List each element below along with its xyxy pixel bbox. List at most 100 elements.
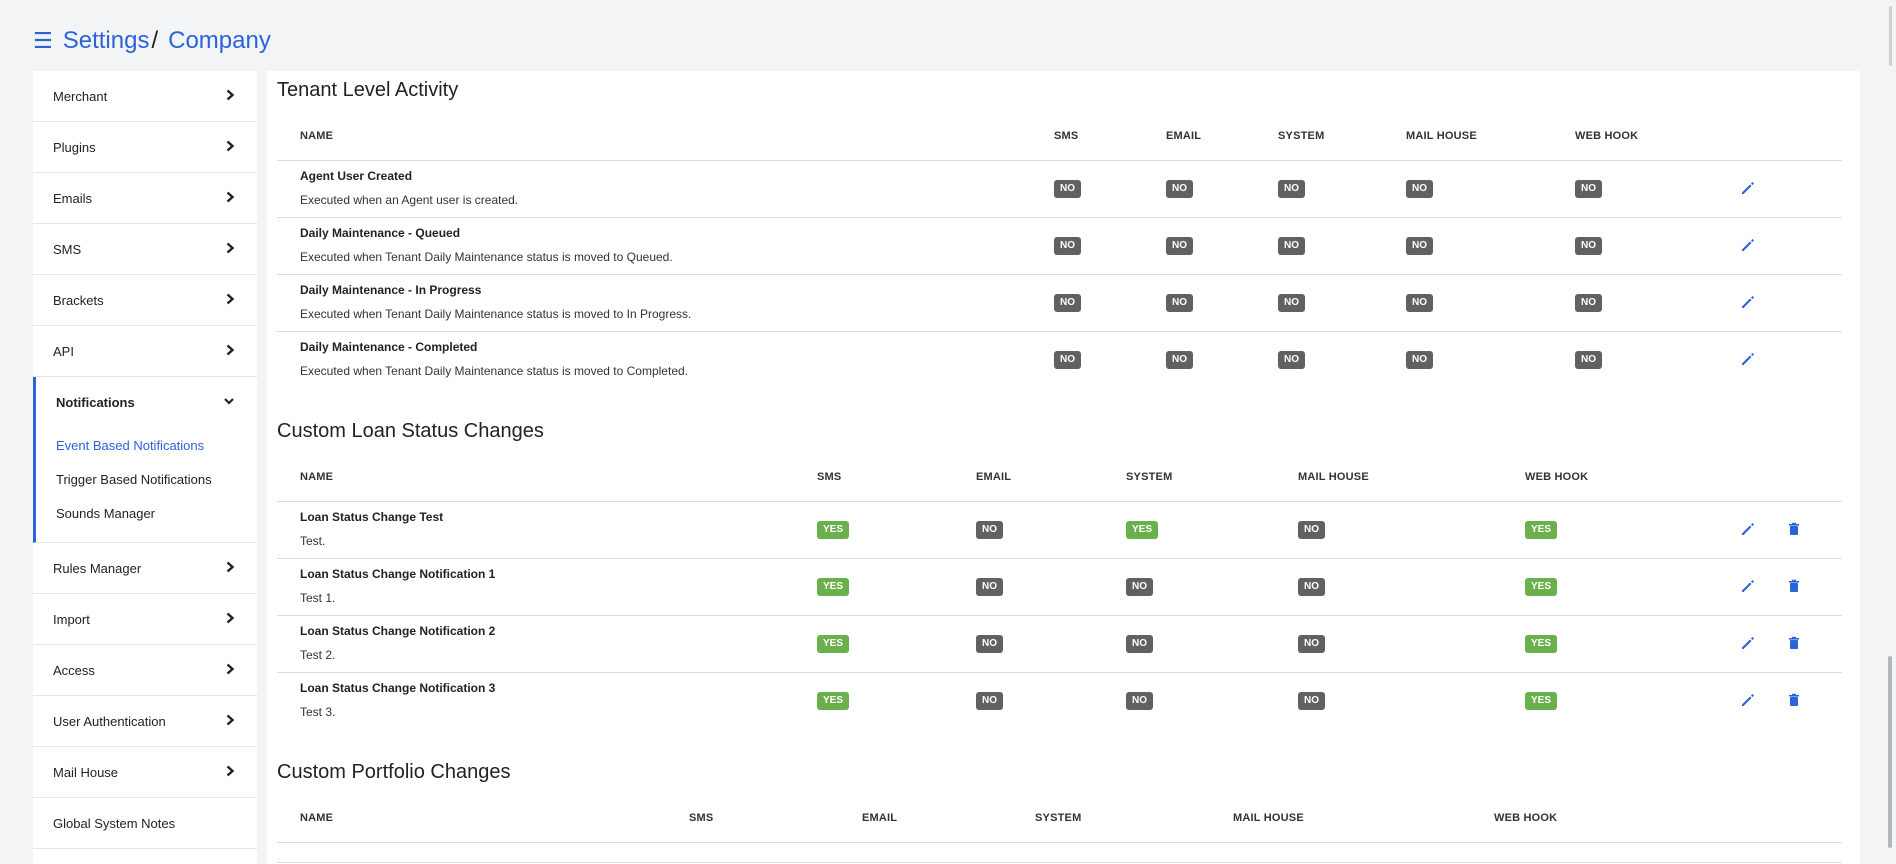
breadcrumb-settings[interactable]: Settings (63, 27, 150, 55)
pencil-icon[interactable] (1740, 578, 1756, 594)
status-badge-web-hook: YES (1525, 692, 1558, 710)
row-name: Daily Maintenance - In Progress (300, 283, 482, 297)
row-description: Executed when an Agent user is created. (300, 193, 519, 207)
column-header-email: EMAIL (1166, 130, 1202, 142)
row-description: Executed when Tenant Daily Maintenance s… (300, 307, 692, 321)
sidebar-item-emails[interactable]: Emails (33, 173, 257, 224)
breadcrumb-company[interactable]: Company (168, 27, 271, 55)
sidebar-item-mail-house[interactable]: Mail House (33, 747, 257, 798)
status-badge-email: NO (976, 635, 1003, 653)
header-divider (277, 501, 1842, 502)
status-badge-system: NO (1278, 294, 1305, 312)
status-badge-web-hook: YES (1525, 521, 1558, 539)
status-badge-web-hook: NO (1575, 294, 1602, 312)
status-badge-mail-house: NO (1406, 351, 1433, 369)
sidebar-item-access[interactable]: Access (33, 645, 257, 696)
status-badge-email: NO (976, 692, 1003, 710)
sidebar-group-notifications: Notifications Event Based Notifications T… (33, 377, 257, 543)
chevron-right-icon (225, 89, 235, 104)
sidebar-item-label: Rules Manager (53, 560, 142, 576)
chevron-right-icon (225, 140, 235, 155)
trash-icon[interactable] (1786, 692, 1802, 708)
status-badge-system: NO (1126, 578, 1153, 596)
status-badge-mail-house: NO (1406, 180, 1433, 198)
sidebar-subitem-event-based-notifications[interactable]: Event Based Notifications (36, 428, 257, 462)
column-header-system: SYSTEM (1035, 812, 1082, 824)
row-divider (277, 331, 1842, 332)
status-badge-mail-house: NO (1298, 521, 1325, 539)
sidebar-subitem-trigger-based-notifications[interactable]: Trigger Based Notifications (36, 462, 257, 496)
status-badge-email: NO (1166, 180, 1193, 198)
sidebar-item-plugins[interactable]: Plugins (33, 122, 257, 173)
column-header-email: EMAIL (862, 812, 898, 824)
status-badge-email: NO (1166, 351, 1193, 369)
section-title-loan: Custom Loan Status Changes (277, 420, 544, 442)
sidebar-item-notifications[interactable]: Notifications (36, 377, 257, 428)
column-header-web-hook: WEB HOOK (1525, 471, 1589, 483)
hamburger-icon[interactable]: ☰ (33, 30, 53, 52)
row-description: Test 1. (300, 591, 336, 605)
scrollbar-thumb[interactable] (1888, 656, 1892, 848)
chevron-right-icon (225, 344, 235, 359)
status-badge-system: NO (1278, 180, 1305, 198)
column-header-name: NAME (300, 130, 334, 142)
sidebar-item-rules-manager[interactable]: Rules Manager (33, 543, 257, 594)
row-description: Test 2. (300, 648, 336, 662)
header-divider (277, 842, 1842, 843)
chevron-right-icon (225, 561, 235, 576)
column-header-email: EMAIL (976, 471, 1012, 483)
row-name: Loan Status Change Test (300, 510, 444, 524)
pencil-icon[interactable] (1740, 521, 1756, 537)
trash-icon[interactable] (1786, 635, 1802, 651)
pencil-icon[interactable] (1740, 294, 1756, 310)
row-divider (277, 672, 1842, 673)
sidebar-subitem-sounds-manager[interactable]: Sounds Manager (36, 496, 257, 530)
header-divider (277, 160, 1842, 161)
row-name: Daily Maintenance - Queued (300, 226, 461, 240)
sidebar-item-global-system-notes[interactable]: Global System Notes (33, 798, 257, 849)
sidebar-item-import[interactable]: Import (33, 594, 257, 645)
status-badge-email: NO (1166, 294, 1193, 312)
sidebar-item-sms[interactable]: SMS (33, 224, 257, 275)
status-badge-email: NO (976, 521, 1003, 539)
trash-icon[interactable] (1786, 578, 1802, 594)
status-badge-system: NO (1126, 635, 1153, 653)
pencil-icon[interactable] (1740, 692, 1756, 708)
column-header-mail-house: MAIL HOUSE (1406, 130, 1477, 142)
sidebar-item-label: Notifications (56, 395, 135, 410)
status-badge-sms: YES (817, 521, 850, 539)
status-badge-mail-house: NO (1406, 237, 1433, 255)
page-scrollbar[interactable] (1884, 0, 1896, 864)
pencil-icon[interactable] (1740, 351, 1756, 367)
row-divider (277, 558, 1842, 559)
sidebar-item-brackets[interactable]: Brackets (33, 275, 257, 326)
chevron-right-icon (225, 612, 235, 627)
status-badge-email: NO (1166, 237, 1193, 255)
pencil-icon[interactable] (1740, 635, 1756, 651)
status-badge-sms: YES (817, 578, 850, 596)
status-badge-system: NO (1278, 351, 1305, 369)
row-name: Loan Status Change Notification 1 (300, 567, 496, 581)
sidebar-item-label: API (53, 343, 74, 359)
settings-sidebar: Merchant Plugins Emails SMS Brackets API… (33, 71, 257, 864)
scrollbar-track-top (1889, 6, 1892, 66)
pencil-icon[interactable] (1740, 180, 1756, 196)
sidebar-item-label: Access (53, 662, 95, 678)
sidebar-item-user-authentication[interactable]: User Authentication (33, 696, 257, 747)
breadcrumb-separator: / (151, 27, 159, 54)
trash-icon[interactable] (1786, 521, 1802, 537)
sidebar-item-label: Merchant (53, 88, 108, 104)
column-header-web-hook: WEB HOOK (1575, 130, 1639, 142)
section-title-portfolio: Custom Portfolio Changes (277, 761, 511, 783)
status-badge-system: NO (1126, 692, 1153, 710)
column-header-system: SYSTEM (1278, 130, 1325, 142)
status-badge-web-hook: NO (1575, 180, 1602, 198)
row-name: Daily Maintenance - Completed (300, 340, 478, 354)
sidebar-item-label: User Authentication (53, 713, 166, 729)
sidebar-item-api[interactable]: API (33, 326, 257, 377)
pencil-icon[interactable] (1740, 237, 1756, 253)
sidebar-item-merchant[interactable]: Merchant (33, 71, 257, 122)
row-name: Loan Status Change Notification 3 (300, 681, 496, 695)
chevron-right-icon (225, 663, 235, 678)
row-divider (277, 615, 1842, 616)
